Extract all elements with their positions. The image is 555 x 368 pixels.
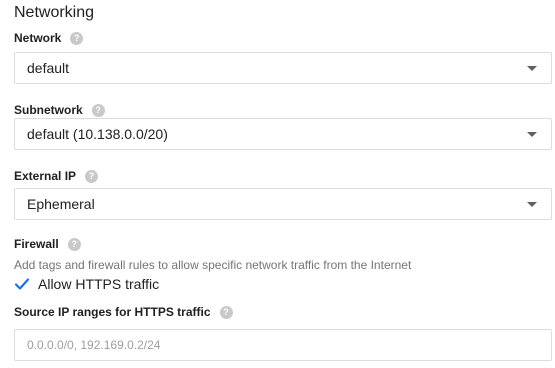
subnetwork-select-value: default (10.138.0.0/20) xyxy=(27,126,168,142)
source-ip-help-icon[interactable]: ? xyxy=(219,305,233,319)
chevron-down-icon xyxy=(527,131,537,137)
network-select-value: default xyxy=(27,60,70,76)
allow-https-label: Allow HTTPS traffic xyxy=(38,276,160,292)
firewall-description: Add tags and firewall rules to allow spe… xyxy=(14,258,412,272)
firewall-label-row: Firewall ? xyxy=(14,237,81,251)
source-ip-label: Source IP ranges for HTTPS traffic xyxy=(14,305,211,319)
chevron-down-icon xyxy=(527,201,537,207)
checkmark-icon xyxy=(14,278,30,290)
allow-https-checkbox[interactable]: Allow HTTPS traffic xyxy=(14,276,159,292)
subnetwork-help-icon[interactable]: ? xyxy=(91,103,105,117)
network-help-icon[interactable]: ? xyxy=(70,31,84,45)
subnetwork-label: Subnetwork xyxy=(14,103,83,117)
subnetwork-label-row: Subnetwork ? xyxy=(14,103,105,117)
external-ip-help-icon[interactable]: ? xyxy=(85,169,99,183)
network-select[interactable]: default xyxy=(14,52,552,84)
source-ip-input[interactable] xyxy=(14,329,552,361)
section-title: Networking xyxy=(14,4,95,21)
firewall-label: Firewall xyxy=(14,237,59,251)
chevron-down-icon xyxy=(527,65,537,71)
external-ip-select-value: Ephemeral xyxy=(27,196,95,212)
firewall-help-icon[interactable]: ? xyxy=(67,237,81,251)
network-label-row: Network ? xyxy=(14,31,84,45)
external-ip-select[interactable]: Ephemeral xyxy=(14,188,552,220)
networking-panel: Networking Network ? default Subnetwork … xyxy=(0,0,555,368)
external-ip-label: External IP xyxy=(14,169,77,183)
source-ip-label-row: Source IP ranges for HTTPS traffic ? xyxy=(14,305,233,319)
subnetwork-select[interactable]: default (10.138.0.0/20) xyxy=(14,118,552,150)
external-ip-label-row: External IP ? xyxy=(14,169,99,183)
network-label: Network xyxy=(14,31,62,45)
